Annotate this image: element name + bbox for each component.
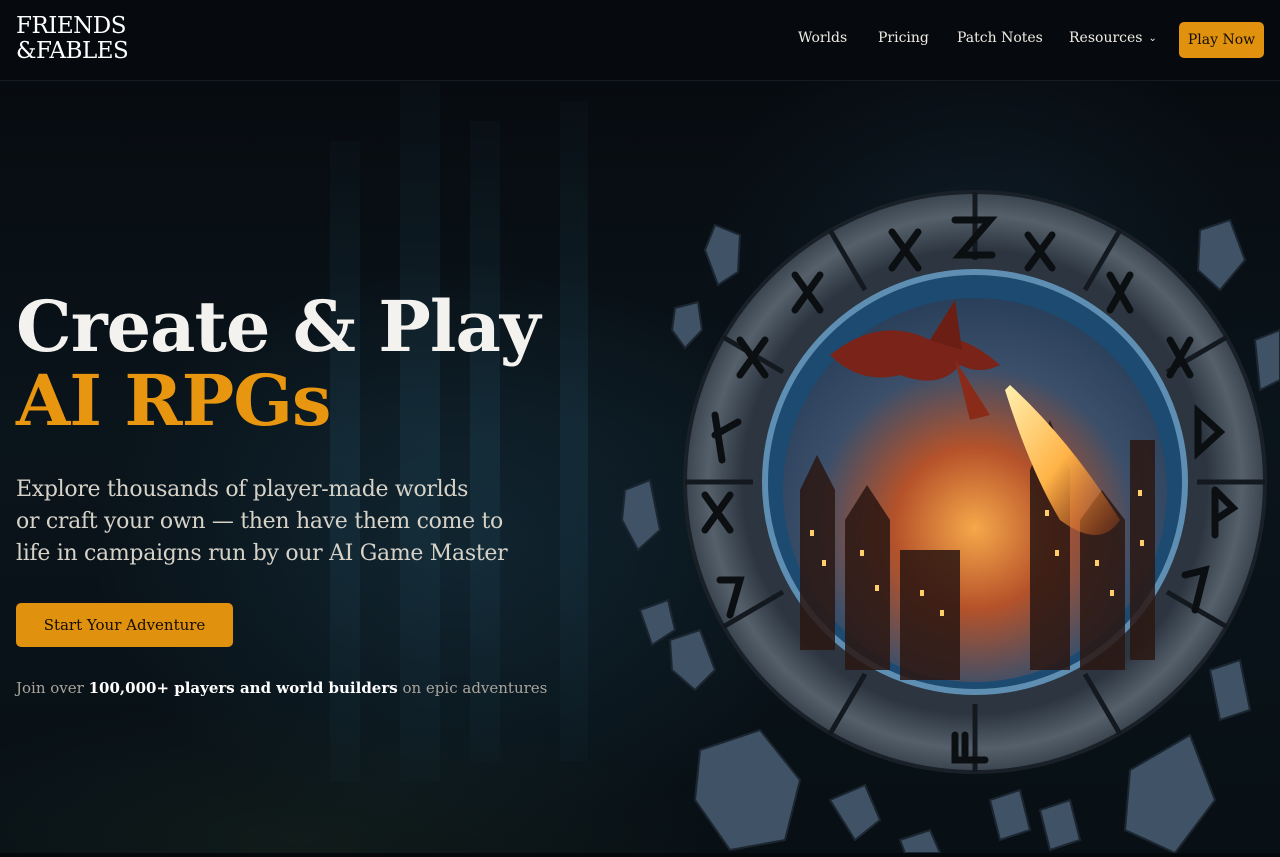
social-proof-count: 100,000+ players and world builders [88, 679, 398, 697]
nav-resources-label: Resources [1069, 30, 1143, 46]
brand-logo-line1: FRIENDS [16, 13, 126, 39]
social-proof-prefix: Join over [16, 679, 89, 697]
hero-title-line2: AI RPGs [16, 359, 331, 442]
brand-logo-line2: &FABLES [16, 38, 129, 64]
hero-description-line2: or craft your own — then have them come … [16, 509, 503, 534]
portal-illustration [600, 190, 1280, 855]
site-header: FRIENDS &FABLES Worlds Pricing Patch Not… [0, 0, 1280, 81]
portal-svg [620, 190, 1280, 855]
nav-worlds-link[interactable]: Worlds [798, 30, 847, 46]
social-proof: Join over 100,000+ players and world bui… [16, 679, 547, 697]
hero-description-line3: life in campaigns run by our AI Game Mas… [16, 541, 508, 566]
chevron-down-icon: ⌄ [1148, 33, 1157, 44]
nav-resources-dropdown[interactable]: Resources ⌄ [1069, 30, 1157, 46]
hero-title-line1: Create & Play [16, 285, 541, 368]
social-proof-suffix: on epic adventures [397, 679, 548, 697]
nav-patch-notes-link[interactable]: Patch Notes [957, 30, 1043, 46]
nav-pricing-link[interactable]: Pricing [878, 30, 929, 46]
hero-description-line1: Explore thousands of player-made worlds [16, 477, 469, 502]
start-adventure-button[interactable]: Start Your Adventure [16, 603, 233, 647]
play-now-button[interactable]: Play Now [1179, 22, 1264, 58]
hero-title: Create & Play AI RPGs [16, 285, 541, 442]
hero-description: Explore thousands of player-made worlds … [16, 474, 516, 570]
brand-logo[interactable]: FRIENDS &FABLES [16, 14, 136, 64]
